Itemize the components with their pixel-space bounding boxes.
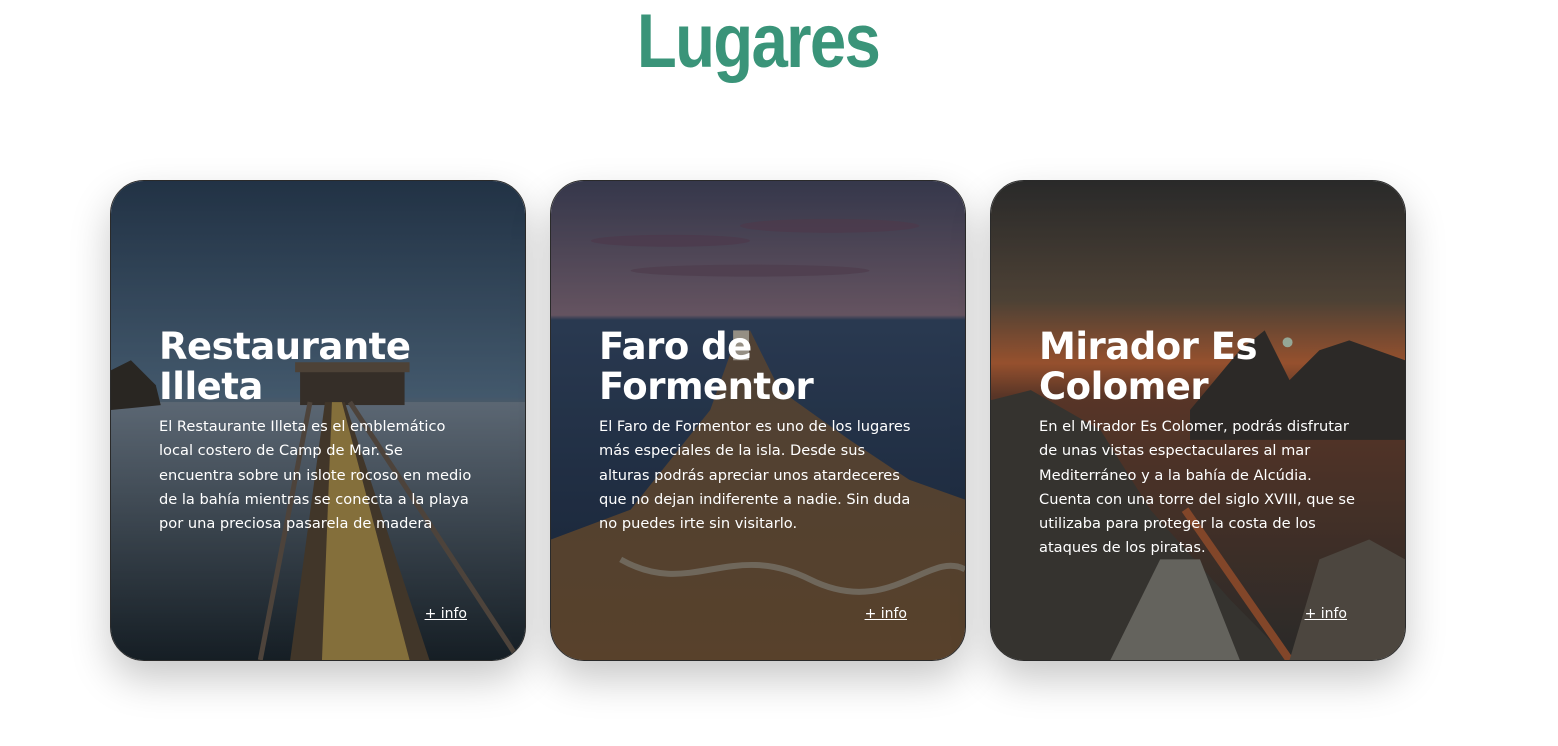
page-title: Lugares [636,0,881,84]
card-mirador-es-colomer[interactable]: Mirador Es Colomer En el Mirador Es Colo… [990,180,1406,661]
card-content: Restaurante Illeta El Restaurante Illeta… [159,327,479,536]
page: Lugares Restaurante Illeta El Restaurant… [0,0,1558,746]
more-info-link[interactable]: + info [865,606,907,622]
card-content: Mirador Es Colomer En el Mirador Es Colo… [1039,327,1359,561]
card-title: Mirador Es Colomer [1039,325,1258,408]
card-restaurante-illeta[interactable]: Restaurante Illeta El Restaurante Illeta… [110,180,526,661]
card-title: Restaurante Illeta [159,325,411,408]
card-content: Faro de Formentor El Faro de Formentor e… [599,327,919,536]
card-description: En el Mirador Es Colomer, podrás disfrut… [1039,418,1355,557]
cards-container: Restaurante Illeta El Restaurante Illeta… [110,180,1406,661]
card-description: El Restaurante Illeta es el emblemático … [159,418,472,533]
more-info-link[interactable]: + info [425,606,467,622]
card-title: Faro de Formentor [599,325,814,408]
card-faro-de-formentor[interactable]: Faro de Formentor El Faro de Formentor e… [550,180,966,661]
more-info-link[interactable]: + info [1305,606,1347,622]
card-description: El Faro de Formentor es uno de los lugar… [599,418,911,533]
